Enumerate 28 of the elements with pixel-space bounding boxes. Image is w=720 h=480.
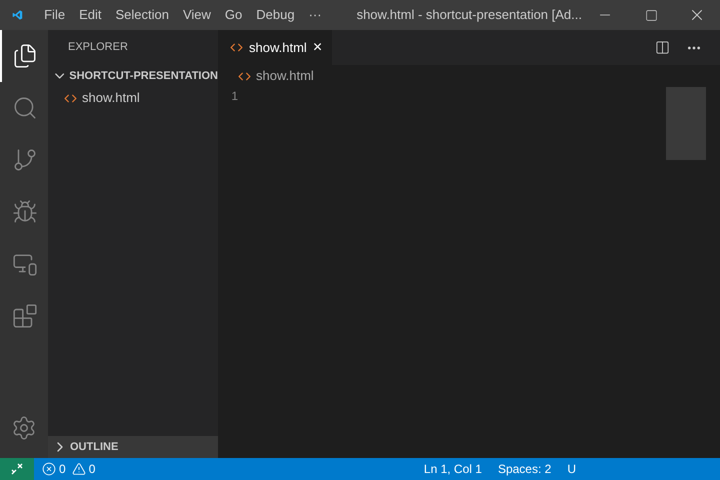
tree-item[interactable]: show.html bbox=[48, 87, 218, 109]
window-title: show.html - shortcut-presentation [Ad... bbox=[356, 6, 582, 24]
menu-item[interactable]: Debug bbox=[249, 5, 302, 25]
status-item[interactable]: Ln 1, Col 1 bbox=[424, 460, 482, 478]
editor-tab[interactable]: show.html × bbox=[218, 30, 332, 65]
status-item[interactable]: U bbox=[567, 460, 576, 478]
breadcrumb[interactable]: show.html bbox=[256, 66, 314, 86]
settings-icon[interactable] bbox=[11, 415, 37, 441]
code-file-icon bbox=[238, 70, 251, 82]
remote-icon[interactable] bbox=[10, 462, 24, 476]
remote-button[interactable] bbox=[0, 458, 34, 480]
status-item[interactable]: Spaces: 2 bbox=[498, 460, 552, 478]
sidebar-title: EXPLORER bbox=[68, 40, 128, 56]
menu-item[interactable]: ··· bbox=[302, 5, 329, 25]
split-editor-icon[interactable] bbox=[655, 40, 670, 55]
menu-item[interactable]: Selection bbox=[108, 5, 176, 25]
code-file-icon bbox=[230, 41, 243, 54]
problems-indicator[interactable]: 0 0 bbox=[42, 460, 96, 478]
outline-header[interactable]: OUTLINE bbox=[48, 436, 218, 458]
maximize-icon[interactable] bbox=[644, 8, 658, 22]
code-file-icon bbox=[64, 92, 77, 104]
menu-item[interactable]: Edit bbox=[72, 5, 108, 25]
menu-item[interactable]: File bbox=[37, 5, 72, 25]
tab-close-button[interactable]: × bbox=[312, 40, 322, 56]
menu-item[interactable]: View bbox=[176, 5, 218, 25]
line-number: 1 bbox=[231, 88, 238, 105]
folder-header[interactable]: SHORTCUT-PRESENTATION bbox=[48, 65, 218, 87]
menu-item[interactable]: Go bbox=[218, 5, 250, 25]
